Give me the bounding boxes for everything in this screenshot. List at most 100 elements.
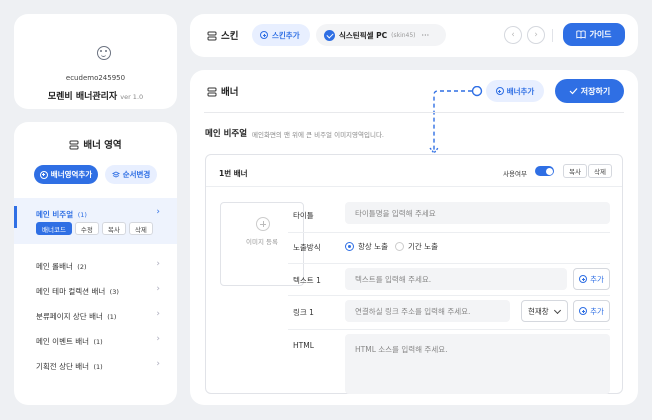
layers-icon bbox=[69, 140, 79, 150]
text-input[interactable]: 텍스트를 입력해 주세요. bbox=[345, 268, 567, 290]
sidebar-item-count: (1) bbox=[77, 211, 87, 219]
check-circle-icon bbox=[324, 29, 335, 41]
divider bbox=[552, 29, 553, 42]
add-banner-area-label: 배너영역추가 bbox=[50, 170, 93, 179]
sidebar-item[interactable]: 메인 롤배너 (2) bbox=[36, 261, 87, 272]
html-textarea[interactable]: HTML 소스를 입력해 주세요. bbox=[345, 334, 610, 394]
plus-circle-icon bbox=[495, 87, 504, 95]
chevron-right-icon: › bbox=[156, 359, 160, 369]
display-mode-label: 노출방식 bbox=[293, 243, 321, 252]
delete-button[interactable]: 삭제 bbox=[128, 222, 153, 235]
sidebar-title: 배너 영역 bbox=[14, 137, 177, 151]
banner-copy-button[interactable]: 복사 bbox=[563, 164, 587, 178]
link-target-select[interactable]: 현재창 bbox=[521, 300, 568, 322]
radio-dot-selected bbox=[345, 242, 354, 251]
skin-title: 스킨 bbox=[207, 28, 238, 42]
edit-button[interactable]: 수정 bbox=[74, 222, 99, 235]
radio-always[interactable]: 항상 노출 bbox=[345, 241, 388, 252]
add-link-label: 추가 bbox=[590, 306, 604, 316]
sidebar-item[interactable]: 분류페이지 상단 배너 (1) bbox=[36, 311, 116, 322]
banner-code-button[interactable]: 배너코드 bbox=[36, 222, 72, 235]
chevron-right-icon: › bbox=[156, 309, 160, 319]
save-label: 저장하기 bbox=[580, 86, 611, 96]
sidebar-item-count: (1) bbox=[93, 338, 103, 346]
radio-dot bbox=[395, 242, 404, 251]
copy-button[interactable]: 복사 bbox=[101, 222, 126, 235]
banner-editor: 배너 배너추가 저장하기 메인 비주얼 메인화면의 맨 위에 큰 비주얼 이미지… bbox=[190, 70, 638, 405]
add-text-label: 추가 bbox=[590, 274, 604, 284]
skin-bar: 스킨 스킨추가 식스틴픽셀 PC (skin45) ··· ‹ › 가이드 bbox=[190, 14, 638, 57]
chevron-right-icon: › bbox=[156, 284, 160, 294]
sidebar-item-label: 메인 비주얼 (1) bbox=[36, 209, 87, 220]
banner-panel-title: 1번 배너 bbox=[219, 169, 248, 178]
add-skin-button[interactable]: 스킨추가 bbox=[252, 24, 310, 46]
title-field-label: 타이틀 bbox=[293, 211, 314, 220]
html-field-label: HTML bbox=[293, 341, 314, 350]
add-banner-label: 배너추가 bbox=[506, 86, 535, 96]
chevron-right-icon: › bbox=[156, 207, 160, 217]
plus-circle-icon bbox=[579, 275, 588, 283]
stack-icon bbox=[111, 170, 120, 178]
sidebar: 배너 영역 배너영역추가 순서변경 메인 비주얼 (1) › 배너코드 수정 복… bbox=[14, 122, 177, 405]
divider bbox=[288, 232, 610, 233]
prev-button[interactable]: ‹ bbox=[504, 26, 522, 44]
guide-button[interactable]: 가이드 bbox=[563, 23, 625, 46]
profile-card: ecudemo245950 모렌비 배너관리자 ver 1.0 bbox=[14, 14, 177, 109]
divider bbox=[288, 263, 610, 264]
layers-icon bbox=[207, 31, 217, 41]
save-button[interactable]: 저장하기 bbox=[555, 79, 624, 103]
sidebar-item-label: 기획전 상단 배너 bbox=[36, 362, 90, 371]
chevron-right-icon: › bbox=[534, 30, 538, 40]
version-label: ver 1.0 bbox=[120, 93, 144, 101]
divider bbox=[206, 186, 622, 187]
plus-circle-icon bbox=[39, 170, 48, 179]
check-icon bbox=[569, 88, 578, 95]
skin-title-text: 스킨 bbox=[221, 31, 239, 42]
image-upload-box[interactable]: 이미지 등록 bbox=[220, 202, 304, 286]
divider bbox=[288, 329, 610, 330]
chevron-right-icon: › bbox=[156, 334, 160, 344]
sidebar-item-count: (3) bbox=[109, 288, 119, 296]
add-skin-label: 스킨추가 bbox=[272, 30, 300, 40]
add-banner-area-button[interactable]: 배너영역추가 bbox=[34, 165, 98, 184]
sidebar-item-label: 메인 이벤트 배너 bbox=[36, 337, 90, 346]
sidebar-title-text: 배너 영역 bbox=[83, 140, 122, 151]
sidebar-item-label: 분류페이지 상단 배너 bbox=[36, 312, 103, 321]
plus-circle-icon bbox=[260, 31, 268, 39]
book-icon bbox=[576, 30, 587, 39]
sidebar-item[interactable]: 메인 테마 컬렉션 배너 (3) bbox=[36, 286, 119, 297]
radio-period[interactable]: 기간 노출 bbox=[395, 241, 438, 252]
add-banner-button[interactable]: 배너추가 bbox=[486, 80, 544, 102]
profile-name-text: 모렌비 배너관리자 bbox=[47, 92, 118, 102]
sidebar-item-main-visual[interactable]: 메인 비주얼 (1) › 배너코드 수정 복사 삭제 bbox=[14, 198, 177, 244]
plus-circle-icon bbox=[579, 307, 588, 315]
use-toggle[interactable] bbox=[535, 166, 554, 176]
sidebar-item-count: (2) bbox=[77, 263, 87, 271]
add-text-button[interactable]: 추가 bbox=[573, 268, 610, 290]
banner-title-text: 배너 bbox=[221, 87, 239, 98]
skin-code: (skin45) bbox=[391, 31, 416, 39]
sidebar-item-actions: 배너코드 수정 복사 삭제 bbox=[36, 222, 153, 235]
link-input[interactable]: 연결하실 링크 주소를 입력해 주세요. bbox=[345, 300, 510, 322]
reorder-label: 순서변경 bbox=[122, 170, 151, 179]
profile-name: 모렌비 배너관리자 ver 1.0 bbox=[14, 89, 177, 102]
plus-circle-icon bbox=[256, 217, 270, 231]
use-toggle-label: 사용여부 bbox=[503, 170, 527, 178]
section-title: 메인 비주얼 bbox=[205, 129, 248, 139]
link-field-label: 링크 1 bbox=[293, 308, 314, 317]
skin-selector[interactable]: 식스틴픽셀 PC (skin45) ··· bbox=[316, 24, 446, 46]
sidebar-item-count: (1) bbox=[107, 313, 117, 321]
more-icon[interactable]: ··· bbox=[422, 31, 430, 40]
chevron-right-icon: › bbox=[156, 259, 160, 269]
reorder-button[interactable]: 순서변경 bbox=[105, 165, 157, 184]
next-button[interactable]: › bbox=[527, 26, 545, 44]
title-input[interactable]: 타이틀명을 입력해 주세요 bbox=[345, 202, 610, 224]
user-id: ecudemo245950 bbox=[65, 74, 126, 82]
radio-always-label: 항상 노출 bbox=[358, 242, 388, 251]
active-indicator bbox=[14, 206, 17, 228]
sidebar-item[interactable]: 메인 이벤트 배너 (1) bbox=[36, 336, 103, 347]
add-link-button[interactable]: 추가 bbox=[573, 300, 610, 322]
guide-label: 가이드 bbox=[589, 30, 612, 39]
sidebar-item[interactable]: 기획전 상단 배너 (1) bbox=[36, 361, 103, 372]
banner-delete-button[interactable]: 삭제 bbox=[588, 164, 612, 178]
